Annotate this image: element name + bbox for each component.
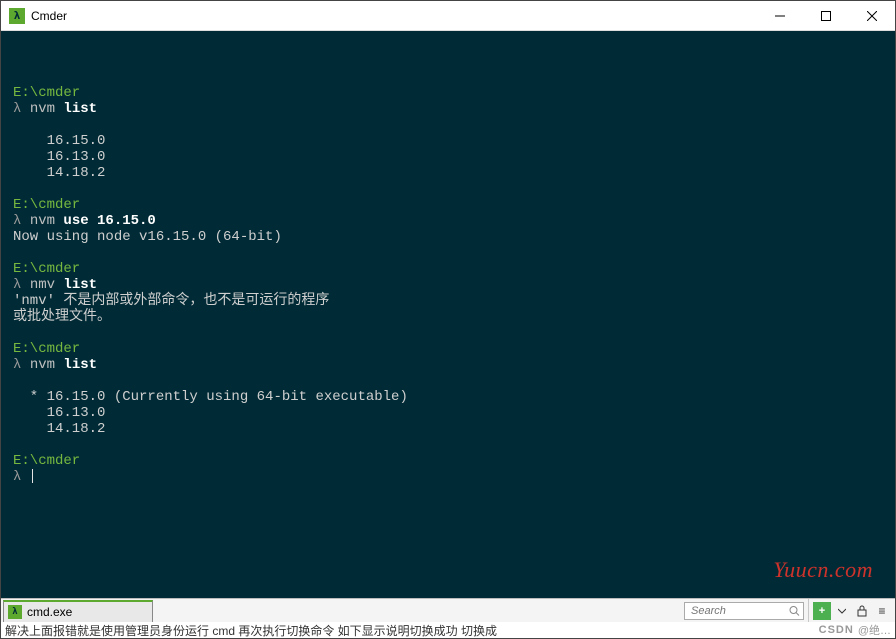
prompt-path: E:\cmder <box>13 341 883 357</box>
prompt-path: E:\cmder <box>13 453 883 469</box>
command-line[interactable]: λ <box>13 469 883 485</box>
output-line: * 16.15.0 (Currently using 64-bit execut… <box>13 389 883 405</box>
output-line <box>13 373 883 389</box>
search-input[interactable] <box>684 602 804 620</box>
command-line[interactable]: λ nvm list <box>13 357 883 373</box>
output-line: 16.15.0 <box>13 133 883 149</box>
titlebar[interactable]: λ Cmder <box>1 1 895 31</box>
output-line <box>13 437 883 453</box>
tab-label: cmd.exe <box>27 605 72 619</box>
lock-button[interactable] <box>853 602 871 620</box>
new-tab-dropdown[interactable] <box>833 602 851 620</box>
console-tab[interactable]: λ cmd.exe <box>3 600 153 622</box>
footer-attribution: CSDN @绝… <box>819 622 891 638</box>
command-line[interactable]: λ nmv list <box>13 277 883 293</box>
output-line <box>13 245 883 261</box>
prompt-path: E:\cmder <box>13 85 883 101</box>
output-line <box>13 117 883 133</box>
footer-logo: CSDN <box>819 624 854 636</box>
watermark-text: Yuucn.com <box>773 562 873 578</box>
output-line: 16.13.0 <box>13 405 883 421</box>
output-line: 或批处理文件。 <box>13 309 883 325</box>
output-line <box>13 325 883 341</box>
text-cursor <box>32 469 33 483</box>
search-wrap <box>680 599 808 622</box>
menu-button[interactable]: ≡ <box>873 602 891 620</box>
minimize-icon <box>775 11 785 21</box>
command-line[interactable]: λ nvm list <box>13 101 883 117</box>
footer-caption: 解决上面报错就是使用管理员身份运行 cmd 再次执行切换命令 如下显示说明切换成… <box>1 622 895 638</box>
prompt-path: E:\cmder <box>13 261 883 277</box>
window-title: Cmder <box>31 9 757 23</box>
footer-user: @绝… <box>858 622 891 638</box>
output-line: 14.18.2 <box>13 165 883 181</box>
output-line: 'nmv' 不是内部或外部命令，也不是可运行的程序 <box>13 293 883 309</box>
statusbar-spacer <box>153 599 680 622</box>
new-tab-button[interactable]: + <box>813 602 831 620</box>
terminal-viewport[interactable]: E:\cmderλ nvm list 16.15.0 16.13.0 14.18… <box>1 31 895 598</box>
maximize-button[interactable] <box>803 1 849 30</box>
window-controls <box>757 1 895 30</box>
statusbar-controls: + ≡ <box>808 599 895 622</box>
maximize-icon <box>821 11 831 21</box>
output-line: 14.18.2 <box>13 421 883 437</box>
close-icon <box>867 11 877 21</box>
output-line: Now using node v16.15.0 (64-bit) <box>13 229 883 245</box>
output-line <box>13 181 883 197</box>
app-icon: λ <box>9 8 25 24</box>
tab-icon: λ <box>8 605 22 619</box>
lock-icon <box>857 605 867 617</box>
footer-text: 解决上面报错就是使用管理员身份运行 cmd 再次执行切换命令 如下显示说明切换成… <box>5 622 497 638</box>
app-window: λ Cmder E:\cmderλ nvm list 16.15.0 16.13… <box>0 0 896 639</box>
output-line: 16.13.0 <box>13 149 883 165</box>
minimize-button[interactable] <box>757 1 803 30</box>
prompt-path: E:\cmder <box>13 197 883 213</box>
chevron-down-icon <box>838 607 846 615</box>
command-line[interactable]: λ nvm use 16.15.0 <box>13 213 883 229</box>
close-button[interactable] <box>849 1 895 30</box>
statusbar: λ cmd.exe + ≡ <box>1 598 895 622</box>
